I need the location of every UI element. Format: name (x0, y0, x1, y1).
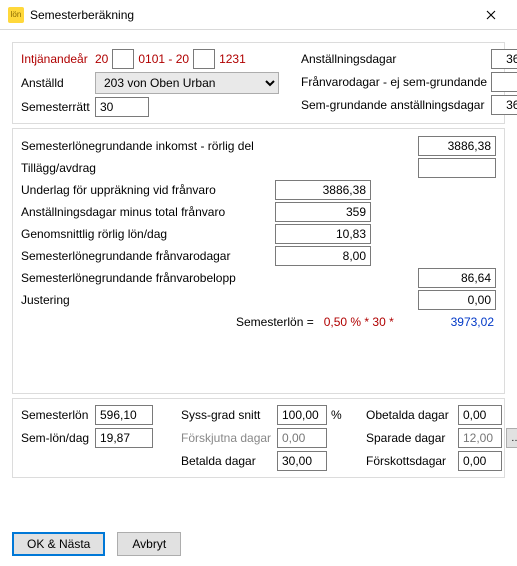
calc-row5-value[interactable] (275, 224, 371, 244)
anstalld-label: Anställd (21, 76, 91, 90)
top-panel: Intjänandeår 20 0101 - 20 1231 Anställd … (12, 42, 505, 124)
calc-row8-value[interactable] (418, 290, 496, 310)
intj-year2-input[interactable] (193, 49, 215, 69)
calc-row3-value[interactable] (275, 180, 371, 200)
semgrund-input[interactable] (491, 95, 517, 115)
semesterratt-label: Semesterrätt (21, 100, 91, 114)
forskjutna-label: Förskjutna dagar (181, 431, 273, 445)
calc-row7-label: Semesterlönegrundande frånvarobelopp (21, 271, 271, 285)
titlebar: lön Semesterberäkning (0, 0, 517, 30)
anstalld-combo[interactable]: 203 von Oben Urban (95, 72, 279, 94)
semesterlon-label: Semesterlön (21, 408, 91, 422)
semesterlon-input[interactable] (95, 405, 153, 425)
calc-row5-label: Genomsnittlig rörlig lön/dag (21, 227, 271, 241)
sparade-label: Sparade dagar (366, 431, 454, 445)
close-icon (486, 10, 496, 20)
button-bar: OK & Nästa Avbryt (12, 532, 505, 556)
calc-row3-label: Underlag för uppräkning vid frånvaro (21, 183, 271, 197)
calc-panel: Semesterlönegrundande inkomst - rörlig d… (12, 128, 505, 394)
calc-row4-value[interactable] (275, 202, 371, 222)
syss-input[interactable] (277, 405, 327, 425)
intjanandear-label: Intjänandeår (21, 52, 91, 66)
intj-year2-suffix: 1231 (219, 52, 246, 66)
sparade-browse-button[interactable]: … (506, 428, 517, 448)
window-title: Semesterberäkning (30, 8, 134, 22)
calc-row4-label: Anställningsdagar minus total frånvaro (21, 205, 271, 219)
calc-row8-label: Justering (21, 293, 271, 307)
obetalda-input[interactable] (458, 405, 502, 425)
calc-row1-label: Semesterlönegrundande inkomst - rörlig d… (21, 139, 271, 153)
forskott-input[interactable] (458, 451, 502, 471)
close-button[interactable] (468, 1, 513, 29)
semesterratt-input[interactable] (95, 97, 149, 117)
formula-result: 3973,02 (416, 315, 494, 329)
cancel-button[interactable]: Avbryt (117, 532, 181, 556)
forskjutna-input (277, 428, 327, 448)
sparade-input (458, 428, 502, 448)
betalda-label: Betalda dagar (181, 454, 273, 468)
semlondag-label: Sem-lön/dag (21, 431, 91, 445)
semlondag-input[interactable] (95, 428, 153, 448)
bottom-panel: Semesterlön Sem-lön/dag Syss-grad snitt … (12, 398, 505, 478)
semgrund-label: Sem-grundande anställningsdagar (301, 98, 487, 112)
app-icon: lön (8, 7, 24, 23)
intj-year1-prefix: 20 (95, 52, 108, 66)
obetalda-label: Obetalda dagar (366, 408, 454, 422)
syss-unit: % (331, 408, 342, 422)
forskott-label: Förskottsdagar (366, 454, 454, 468)
calc-row2-value[interactable] (418, 158, 496, 178)
calc-row7-value[interactable] (418, 268, 496, 288)
calc-row2-label: Tillägg/avdrag (21, 161, 271, 175)
intj-year1-input[interactable] (112, 49, 134, 69)
ok-next-button[interactable]: OK & Nästa (12, 532, 105, 556)
formula-expr: 0,50 % * 30 * (324, 315, 394, 329)
ellipsis-icon: … (511, 433, 517, 444)
franvaro-input[interactable] (491, 72, 517, 92)
formula-label: Semesterlön = (236, 315, 314, 329)
calc-row6-value[interactable] (275, 246, 371, 266)
calc-row6-label: Semesterlönegrundande frånvarodagar (21, 249, 271, 263)
anstdagar-input[interactable] (491, 49, 517, 69)
intj-mid: 0101 - 20 (138, 52, 189, 66)
franvaro-label: Frånvarodagar - ej sem-grundande (301, 75, 487, 89)
betalda-input[interactable] (277, 451, 327, 471)
syss-label: Syss-grad snitt (181, 408, 273, 422)
calc-row1-value[interactable] (418, 136, 496, 156)
anstdagar-label: Anställningsdagar (301, 52, 487, 66)
